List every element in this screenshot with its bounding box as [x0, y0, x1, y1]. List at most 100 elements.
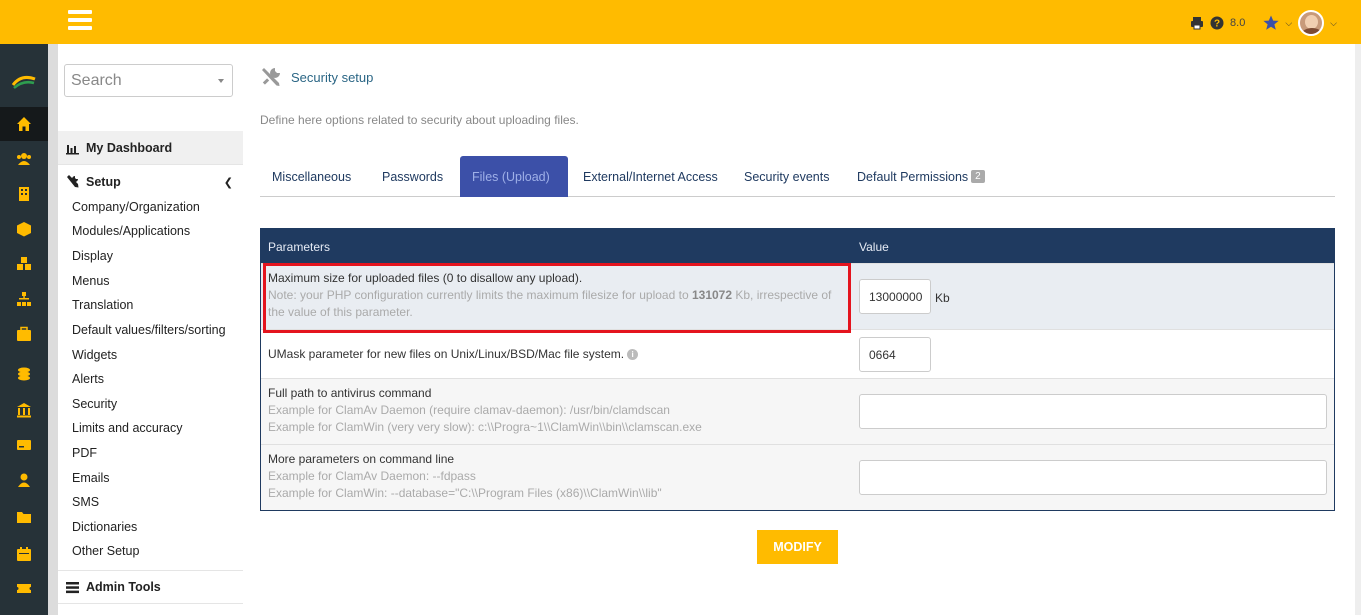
param-example: Example for ClamAv Daemon: --fdpass — [268, 469, 476, 483]
sidebar-item-limits[interactable]: Limits and accuracy — [72, 420, 182, 436]
count-badge: 2 — [971, 170, 985, 183]
page-description: Define here options related to security … — [260, 113, 579, 127]
param-example: Example for ClamWin (very very slow): c:… — [268, 420, 702, 434]
card-icon[interactable] — [0, 428, 48, 462]
page-header: Security setup — [260, 66, 373, 88]
top-bar-tools: ? 8.0 ⌵ ⌵ — [1190, 8, 1337, 38]
folder-icon[interactable] — [0, 500, 48, 534]
sidebar-item-label: Setup — [86, 174, 121, 189]
param-title: UMask parameter for new files on Unix/Li… — [268, 347, 625, 361]
product-box-icon[interactable] — [0, 212, 48, 246]
highlight-annotation-box — [263, 263, 851, 333]
sidebar-item-label: Admin Tools — [86, 580, 161, 594]
modify-button[interactable]: MODIFY — [757, 530, 838, 564]
list-icon — [66, 581, 79, 593]
tools-icon — [67, 175, 79, 188]
tab-external-internet-access[interactable]: External/Internet Access — [571, 156, 730, 197]
svg-text:?: ? — [1214, 19, 1220, 30]
umask-input[interactable] — [859, 337, 931, 372]
table-row: UMask parameter for new files on Unix/Li… — [261, 329, 1334, 378]
bar-chart-icon — [66, 144, 79, 154]
user-avatar[interactable] — [1298, 10, 1325, 36]
tab-passwords[interactable]: Passwords — [370, 156, 455, 197]
sidebar-item-label: My Dashboard — [86, 141, 173, 155]
briefcase-icon[interactable] — [0, 317, 48, 351]
tab-label: Default Permissions — [857, 169, 969, 184]
app-logo-icon-secondary — [11, 76, 36, 89]
sidebar-item-other-setup[interactable]: Other Setup — [72, 543, 139, 559]
tab-label: Miscellaneous — [272, 169, 352, 184]
param-label: UMask parameter for new files on Unix/Li… — [268, 346, 639, 363]
antivirus-params-input[interactable] — [859, 460, 1327, 495]
tab-files-upload[interactable]: Files (Upload) — [460, 156, 568, 197]
sidebar-item-my-dashboard[interactable]: My Dashboard — [58, 131, 243, 165]
cubes-icon[interactable] — [0, 247, 48, 281]
param-example: Example for ClamWin: --database="C:\\Pro… — [268, 486, 662, 500]
tab-label: External/Internet Access — [583, 169, 718, 184]
sidebar-item-translation[interactable]: Translation — [72, 297, 133, 313]
tab-label: Security events — [744, 169, 830, 184]
side-menu: My Dashboard Setup ❮ Company/Organizatio… — [58, 44, 243, 615]
sidebar-item-modules[interactable]: Modules/Applications — [72, 223, 190, 239]
column-header-parameters: Parameters — [268, 240, 331, 254]
print-icon[interactable] — [1190, 16, 1204, 30]
caret-down-icon[interactable] — [218, 79, 224, 83]
column-header-value: Value — [859, 240, 889, 254]
ticket-icon[interactable] — [0, 571, 48, 605]
user-chevron-down-icon[interactable]: ⌵ — [1330, 18, 1337, 29]
bank-icon[interactable] — [0, 393, 48, 427]
bookmark-chevron-down-icon[interactable]: ⌵ — [1285, 18, 1292, 29]
module-icon-bar: t — [0, 0, 48, 615]
sidebar-item-emails[interactable]: Emails — [72, 470, 110, 486]
search-input[interactable] — [65, 65, 205, 96]
table-row: Full path to antivirus command Example f… — [261, 378, 1334, 444]
antivirus-command-input[interactable] — [859, 394, 1327, 429]
sidebar-item-company[interactable]: Company/Organization — [72, 199, 200, 215]
sitemap-icon[interactable] — [0, 282, 48, 316]
users-icon[interactable] — [0, 142, 48, 176]
tab-default-permissions[interactable]: Default Permissions 2 — [845, 156, 997, 197]
help-icon[interactable]: ? — [1210, 16, 1224, 30]
sidebar-item-widgets[interactable]: Widgets — [72, 347, 117, 363]
param-title: Full path to antivirus command — [268, 386, 432, 400]
hamburger-menu-icon[interactable] — [68, 10, 92, 30]
sidebar-item-sms[interactable]: SMS — [72, 494, 99, 510]
sidebar-item-admin-tools[interactable]: Admin Tools — [58, 570, 243, 604]
collapse-chevron-left-icon[interactable]: ❮ — [224, 176, 233, 189]
page-scrollbar[interactable] — [1355, 44, 1361, 615]
sidebar-item-dictionaries[interactable]: Dictionaries — [72, 519, 137, 535]
sidebar-item-pdf[interactable]: PDF — [72, 445, 97, 461]
sidebar-item-default-values[interactable]: Default values/filters/sorting — [72, 322, 226, 338]
home-icon[interactable] — [0, 107, 48, 141]
top-bar: ? 8.0 ⌵ ⌵ — [0, 0, 1361, 44]
sidebar-item-display[interactable]: Display — [72, 248, 113, 264]
param-example: Example for ClamAv Daemon (require clama… — [268, 403, 670, 417]
coins-icon[interactable] — [0, 357, 48, 391]
page-title: Security setup — [291, 69, 374, 85]
tab-label: Passwords — [382, 169, 444, 184]
param-label: More parameters on command line Example … — [268, 451, 662, 502]
unit-label: Kb — [935, 291, 950, 305]
building-icon[interactable] — [0, 177, 48, 211]
version-label: 8.0 — [1230, 17, 1246, 29]
table-row: More parameters on command line Example … — [261, 444, 1334, 510]
tab-security-events[interactable]: Security events — [732, 156, 841, 197]
sidebar-item-alerts[interactable]: Alerts — [72, 371, 104, 387]
calendar-icon[interactable] — [0, 537, 48, 571]
sidebar-item-security[interactable]: Security — [72, 396, 117, 412]
tools-icon — [262, 68, 280, 86]
param-title: More parameters on command line — [268, 452, 455, 466]
sidebar-item-setup[interactable]: Setup ❮ — [58, 164, 243, 198]
param-label: Full path to antivirus command Example f… — [268, 385, 702, 436]
table-header: Parameters Value — [261, 229, 1334, 263]
sidebar-item-menus[interactable]: Menus — [72, 273, 110, 289]
user-icon[interactable] — [0, 463, 48, 497]
info-icon[interactable]: i — [627, 349, 639, 361]
sidebar-gutter — [48, 44, 58, 615]
tab-miscellaneous[interactable]: Miscellaneous — [260, 156, 363, 197]
bookmark-star-icon[interactable] — [1263, 15, 1279, 31]
tab-label: Files (Upload) — [472, 169, 550, 184]
max-upload-size-input[interactable] — [859, 279, 931, 314]
tab-bar: Miscellaneous Passwords Files (Upload) E… — [260, 156, 1335, 197]
search-select[interactable] — [64, 64, 233, 97]
